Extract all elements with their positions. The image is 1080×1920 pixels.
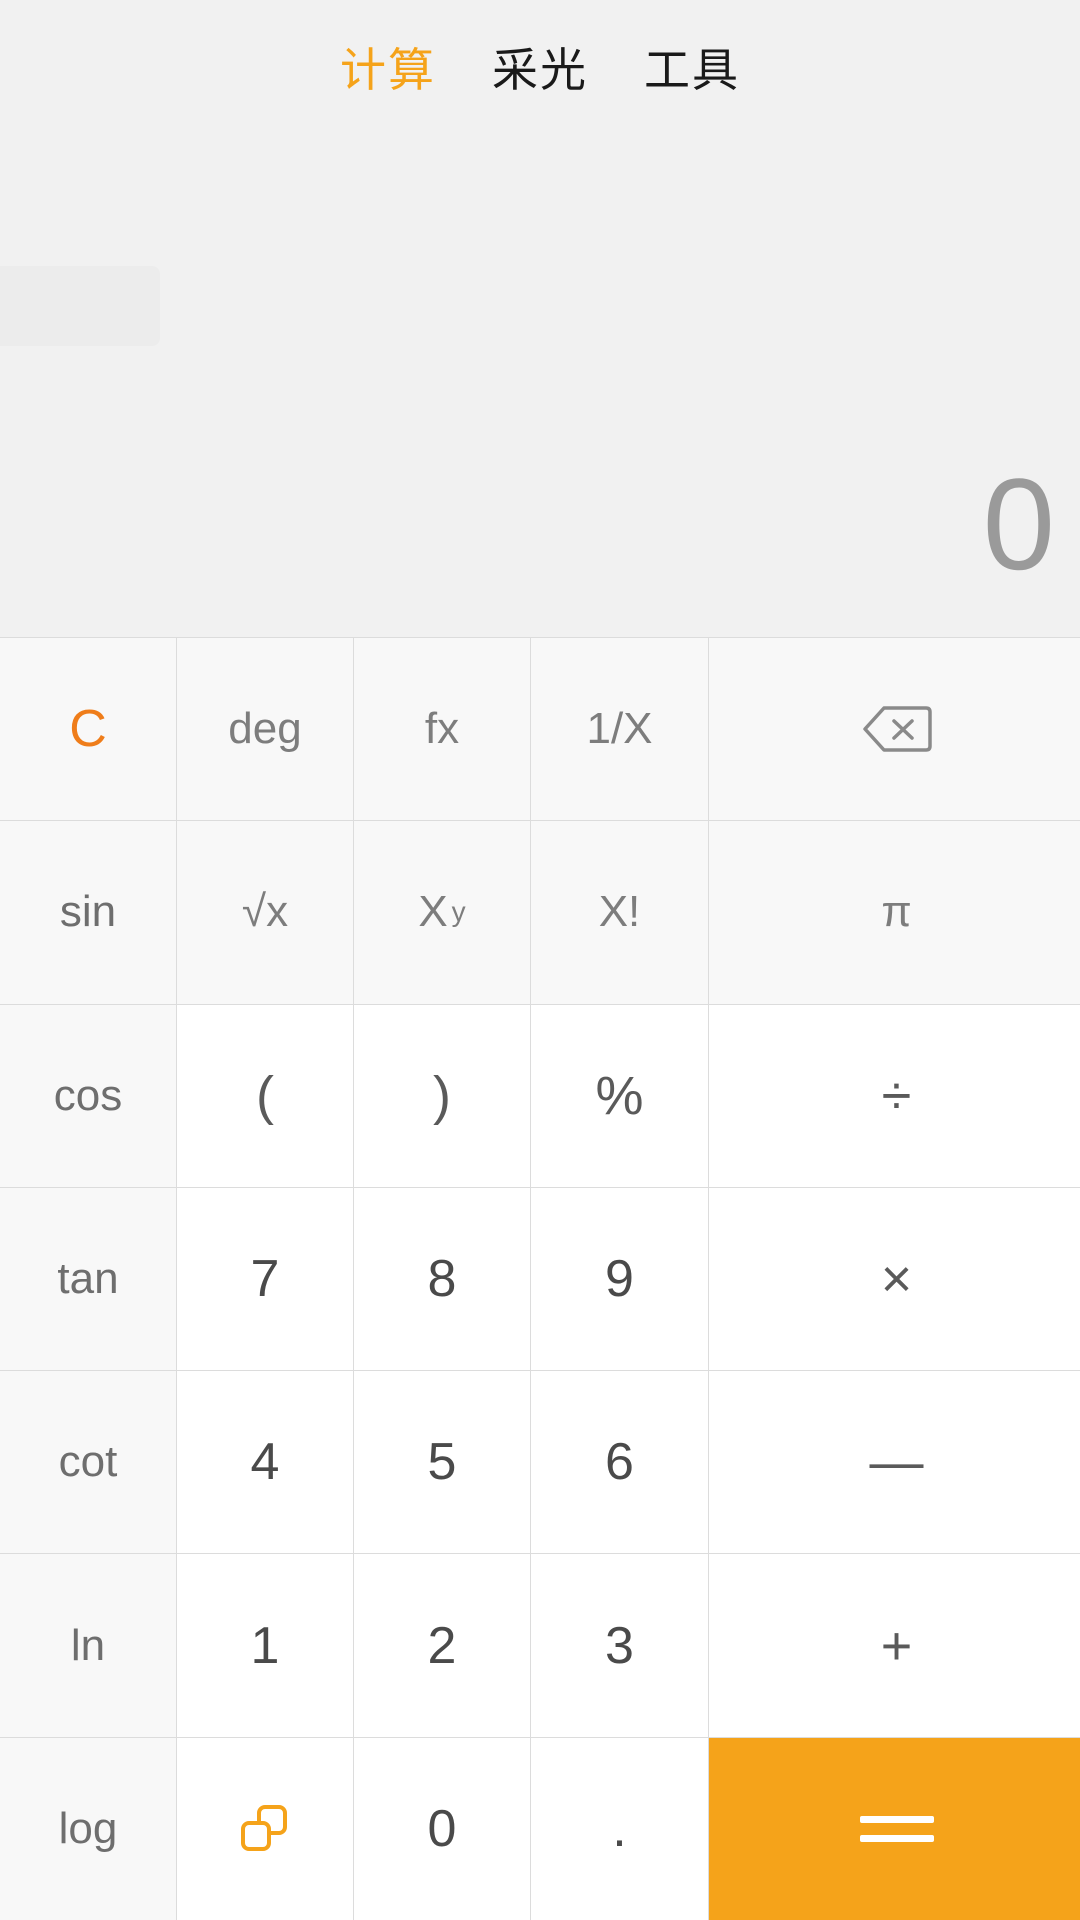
key-9[interactable]: 9	[531, 1187, 708, 1371]
tab-calculate[interactable]: 计算	[340, 47, 436, 93]
key-copy[interactable]	[177, 1737, 353, 1920]
key-reciprocal[interactable]: 1/X	[531, 638, 708, 821]
key-cos[interactable]: cos	[0, 1004, 176, 1187]
key-7[interactable]: 7	[177, 1187, 353, 1371]
key-power-exponent: y	[451, 896, 466, 928]
key-4[interactable]: 4	[177, 1371, 353, 1554]
result-value: 0	[982, 451, 1056, 597]
key-cot[interactable]: cot	[0, 1371, 176, 1554]
key-log[interactable]: log	[0, 1737, 176, 1920]
key-percent[interactable]: %	[531, 1004, 708, 1187]
display-area[interactable]: 0	[0, 140, 1080, 637]
key-3[interactable]: 3	[531, 1554, 708, 1737]
key-tan[interactable]: tan	[0, 1187, 176, 1371]
key-paren-open[interactable]: (	[177, 1004, 353, 1187]
top-tab-bar: 计算 采光 工具	[0, 0, 1080, 140]
key-plus[interactable]: +	[709, 1554, 1080, 1737]
key-decimal[interactable]: .	[531, 1737, 708, 1920]
keypad: C deg fx 1/X sin √x Xy X! π cos ( ) % ÷	[0, 637, 1080, 1920]
key-6[interactable]: 6	[531, 1371, 708, 1554]
key-minus[interactable]: —	[709, 1371, 1080, 1554]
key-pi[interactable]: π	[709, 821, 1080, 1004]
key-1[interactable]: 1	[177, 1554, 353, 1737]
key-8[interactable]: 8	[354, 1187, 530, 1371]
equals-icon	[858, 1806, 936, 1852]
display-highlight-bar	[0, 266, 160, 346]
copy-icon	[237, 1801, 293, 1857]
key-fx[interactable]: fx	[354, 638, 530, 821]
key-clear[interactable]: C	[0, 638, 176, 821]
key-factorial[interactable]: X!	[531, 821, 708, 1004]
key-deg[interactable]: deg	[177, 638, 353, 821]
key-paren-close[interactable]: )	[354, 1004, 530, 1187]
key-divide[interactable]: ÷	[709, 1004, 1080, 1187]
key-0[interactable]: 0	[354, 1737, 530, 1920]
key-5[interactable]: 5	[354, 1371, 530, 1554]
key-backspace[interactable]	[709, 638, 1080, 821]
key-sin[interactable]: sin	[0, 821, 176, 1004]
key-power-base: X	[418, 887, 448, 937]
calculator-app: 计算 采光 工具 0 C deg fx 1/X sin √x Xy X! π c…	[0, 0, 1080, 1920]
key-sqrt[interactable]: √x	[177, 821, 353, 1004]
tab-daylight[interactable]: 采光	[492, 47, 588, 93]
key-2[interactable]: 2	[354, 1554, 530, 1737]
key-power[interactable]: Xy	[354, 821, 530, 1004]
key-equals[interactable]	[709, 1737, 1080, 1920]
key-ln[interactable]: ln	[0, 1554, 176, 1737]
tab-tools[interactable]: 工具	[644, 47, 740, 93]
key-multiply[interactable]: ×	[709, 1187, 1080, 1371]
backspace-icon	[862, 704, 932, 754]
